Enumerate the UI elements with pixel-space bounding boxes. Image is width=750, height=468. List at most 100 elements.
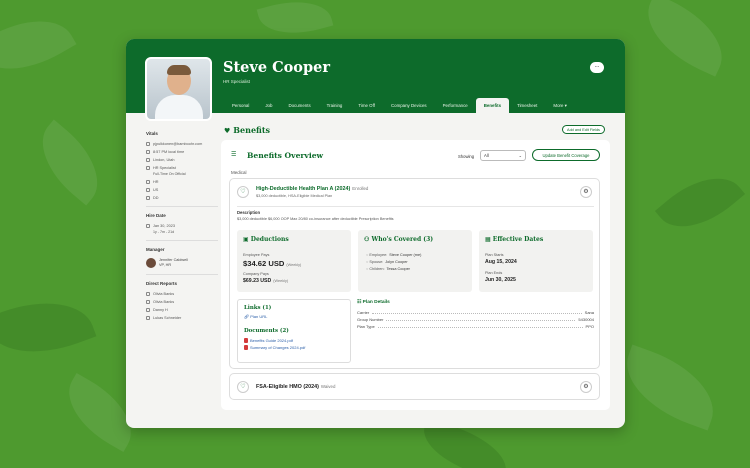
- vitals-department: HR: [146, 178, 218, 186]
- tab-timesheet[interactable]: Timesheet: [509, 98, 545, 113]
- chevron-down-icon: ⌄: [518, 153, 522, 158]
- plan-ends-label: Plan Ends: [485, 271, 503, 275]
- person-icon: [146, 300, 150, 304]
- background-leaf: [0, 284, 97, 371]
- vitals-job: HR Specialist: [146, 164, 218, 172]
- department-icon: [146, 180, 150, 184]
- vitals-location: Lindon, Utah: [146, 156, 218, 164]
- plan-card-hdhp: ♡ High-Deductible Health Plan A (2024) En…: [229, 178, 600, 369]
- vitals-division: DD: [146, 194, 218, 202]
- direct-report-item[interactable]: Olivia Banks: [146, 290, 218, 298]
- money-icon: ▣: [243, 236, 249, 243]
- links-title: Links (1): [244, 305, 272, 311]
- flag-icon: [146, 196, 150, 200]
- tab-job[interactable]: Job: [257, 98, 280, 113]
- benefits-overview-card: ☰ Benefits Overview Showing All ⌄ Update…: [221, 140, 610, 410]
- covered-row: ◌ Employee: Steve Cooper (me): [366, 253, 422, 257]
- gear-icon[interactable]: ⚙: [580, 186, 592, 198]
- tab-more[interactable]: More ▾: [545, 98, 574, 113]
- showing-select[interactable]: All ⌄: [480, 150, 526, 161]
- manager-card[interactable]: Jennifer Caldwell VP, HR: [146, 256, 218, 270]
- document-link[interactable]: Benefits Guide 2024.pdf: [244, 338, 293, 344]
- hire-duration: 1y - 7m - 21d: [153, 230, 175, 234]
- plan-detail-row: Plan Type PPO: [357, 324, 594, 329]
- clock-icon: [146, 150, 150, 154]
- employee-name: Steve Cooper: [223, 59, 330, 76]
- tab-benefits[interactable]: Benefits: [475, 98, 510, 113]
- tab-personal[interactable]: Personal: [224, 98, 257, 113]
- gear-icon[interactable]: ⚙: [580, 381, 592, 393]
- pdf-icon: [244, 345, 248, 351]
- background-leaf: [24, 119, 116, 206]
- plan-detail-row: Group Number 5430004: [357, 317, 594, 322]
- company-pays-value: $69.23 USD (Weekly): [243, 278, 289, 284]
- calendar-icon: [146, 224, 150, 228]
- direct-report-item[interactable]: Danny H: [146, 306, 218, 314]
- calendar-icon: ▦: [485, 236, 491, 243]
- employee-pays-value: $34.62 USD (Weekly): [243, 259, 302, 268]
- employee-role: HR Specialist: [223, 79, 251, 84]
- avatar: [145, 57, 212, 121]
- background-leaf: [654, 159, 746, 246]
- direct-reports-title: Direct Reports: [146, 281, 178, 286]
- tab-performance[interactable]: Performance: [435, 98, 476, 113]
- update-coverage-button[interactable]: Update Benefit Coverage: [532, 149, 600, 161]
- briefcase-icon: [146, 166, 150, 170]
- links-documents-box: Links (1) 🔗︎ Plan URL Documents (2) Bene…: [237, 299, 351, 363]
- plan-starts-label: Plan Starts: [485, 253, 504, 257]
- covered-title: ⚇ Who's Covered (3): [364, 236, 434, 243]
- heart-pulse-icon: ♡: [237, 186, 249, 198]
- plan-status: Waived: [320, 384, 336, 389]
- plan-detail-row: Carrier Sana: [357, 310, 594, 315]
- direct-report-item[interactable]: Lukas Schneider: [146, 314, 218, 322]
- covered-row: ◌ Spouse: Jolyn Cooper: [366, 260, 408, 264]
- vitals-email[interactable]: pjpulkkonen@bamboohr.com: [146, 140, 218, 148]
- globe-icon: [146, 188, 150, 192]
- covered-box: ⚇ Who's Covered (3) ◌ Employee: Steve Coo…: [358, 230, 472, 292]
- heart-icon: ♥: [224, 125, 231, 135]
- plan-card-fsa-hmo[interactable]: ♡ FSA-Eligible HMO (2024) Waived ⚙: [229, 373, 600, 400]
- tab-time-off[interactable]: Time Off: [350, 98, 383, 113]
- page-title: ♥ Benefits: [224, 125, 271, 135]
- effective-dates-title: ▦ Effective Dates: [485, 236, 544, 243]
- heart-pulse-icon: ♡: [237, 381, 249, 393]
- profile-header: Steve Cooper HR Specialist ... Personal …: [126, 39, 625, 121]
- profile-sidebar: Vitals pjpulkkonen@bamboohr.com 8:57 PM …: [146, 131, 218, 322]
- showing-label: Showing: [458, 154, 475, 159]
- tab-documents[interactable]: Documents: [280, 98, 318, 113]
- person-icon: [146, 308, 150, 312]
- covered-row: ◌ Children: Tessa Cooper: [366, 267, 410, 271]
- documents-title: Documents (2): [244, 328, 289, 334]
- vitals-title: Vitals: [146, 131, 158, 136]
- description-text: $3,000 deductible $6,000 OOP Max 20/80 c…: [237, 217, 394, 221]
- background-leaf: [256, 0, 334, 44]
- deductions-box: ▣ Deductions Employee Pays $34.62 USD (We…: [237, 230, 351, 292]
- direct-report-item[interactable]: Olivia Banks: [146, 298, 218, 306]
- manager-avatar: [146, 258, 156, 268]
- company-pays-label: Company Pays: [243, 272, 269, 276]
- person-icon: [146, 292, 150, 296]
- more-options-button[interactable]: ...: [590, 62, 604, 73]
- description-label: Description: [237, 210, 261, 215]
- tab-training[interactable]: Training: [319, 98, 351, 113]
- tab-company-devices[interactable]: Company Devices: [383, 98, 435, 113]
- section-label-medical: Medical: [231, 170, 247, 175]
- mail-icon: [146, 142, 150, 146]
- hire-date-title: Hire Date: [146, 213, 166, 218]
- overview-title: Benefits Overview: [247, 151, 324, 160]
- add-edit-fields-button[interactable]: Add and Edit Fields: [562, 125, 605, 134]
- background-leaf: [613, 344, 727, 431]
- list-icon: ☷: [357, 300, 362, 305]
- effective-dates-box: ▦ Effective Dates Plan Starts Aug 15, 20…: [479, 230, 593, 292]
- vitals-country: US: [146, 186, 218, 194]
- background-leaf: [633, 0, 737, 77]
- link-icon: 🔗︎: [244, 314, 250, 319]
- plan-url-link[interactable]: 🔗︎ Plan URL: [244, 314, 267, 319]
- vitals-time: 8:57 PM local time: [146, 148, 218, 156]
- manager-role: VP, HR: [159, 263, 172, 267]
- document-link[interactable]: Summary of Changes 2024.pdf: [244, 345, 305, 351]
- plan-starts-value: Aug 15, 2024: [485, 259, 517, 265]
- hire-date: Jan 30, 2023: [146, 222, 218, 230]
- plan-name: High-Deductible Health Plan A (2024) Enro…: [256, 186, 369, 192]
- profile-tabs: Personal Job Documents Training Time Off…: [224, 98, 575, 113]
